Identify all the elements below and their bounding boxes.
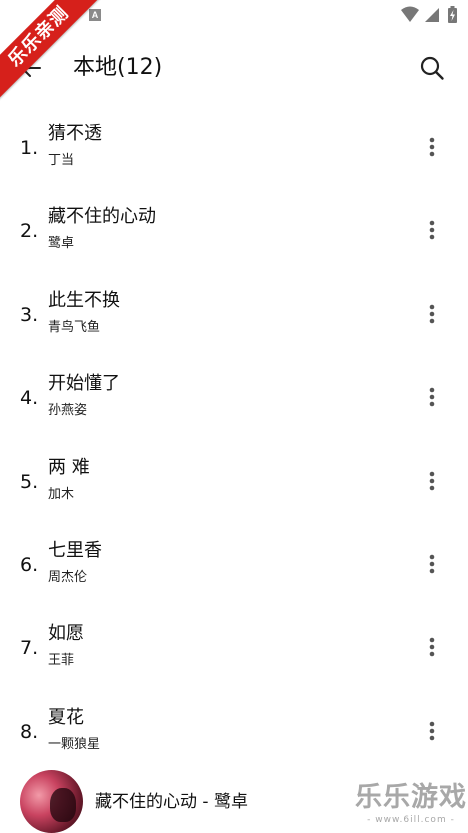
more-vertical-icon[interactable] bbox=[422, 219, 442, 241]
more-vertical-icon[interactable] bbox=[422, 553, 442, 575]
song-title: 七里香 bbox=[48, 539, 102, 561]
song-item[interactable]: 1. 猜不透 丁当 bbox=[0, 106, 468, 189]
song-list: 1. 猜不透 丁当 2. 藏不住的心动 鹭卓 3. 此生不换 青鸟飞鱼 4. 开… bbox=[0, 106, 468, 773]
song-artist: 鹭卓 bbox=[48, 236, 75, 252]
search-icon[interactable] bbox=[419, 55, 445, 81]
more-vertical-icon[interactable] bbox=[422, 636, 442, 658]
song-item[interactable]: 3. 此生不换 青鸟飞鱼 bbox=[0, 273, 468, 356]
song-title: 藏不住的心动 bbox=[48, 206, 156, 228]
more-vertical-icon[interactable] bbox=[422, 720, 442, 742]
song-index: 1. bbox=[20, 137, 39, 159]
battery-charging-icon bbox=[448, 6, 457, 23]
album-art[interactable] bbox=[20, 770, 83, 833]
song-title: 猜不透 bbox=[48, 123, 102, 144]
song-title: 夏花 bbox=[48, 706, 84, 728]
song-item[interactable]: 7. 如愿 王菲 bbox=[0, 606, 468, 689]
watermark-logo: 乐乐游戏 - www.6ill.com - bbox=[354, 782, 468, 833]
watermark-logo-url: - www.6ill.com - bbox=[367, 815, 455, 825]
now-playing-text: 藏不住的心动 - 鹭卓 bbox=[95, 792, 248, 812]
more-vertical-icon[interactable] bbox=[422, 303, 442, 325]
song-item[interactable]: 2. 藏不住的心动 鹭卓 bbox=[0, 189, 468, 272]
song-index: 3. bbox=[20, 303, 39, 326]
song-index: 4. bbox=[20, 387, 39, 410]
song-item[interactable]: 6. 七里香 周杰伦 bbox=[0, 523, 468, 606]
song-index: 2. bbox=[20, 220, 39, 243]
more-vertical-icon[interactable] bbox=[422, 136, 442, 158]
album-art-figure bbox=[50, 788, 76, 822]
song-artist: 加木 bbox=[48, 486, 75, 502]
status-icons bbox=[401, 6, 457, 23]
song-index: 5. bbox=[20, 470, 39, 493]
song-artist: 丁当 bbox=[48, 153, 75, 168]
song-artist: 孙燕姿 bbox=[48, 403, 88, 419]
song-item[interactable]: 5. 两 难 加木 bbox=[0, 440, 468, 523]
watermark-logo-text: 乐乐游戏 bbox=[355, 782, 467, 813]
song-title: 两 难 bbox=[48, 456, 90, 478]
more-vertical-icon[interactable] bbox=[422, 386, 442, 408]
song-item[interactable]: 8. 夏花 一颗狼星 bbox=[0, 690, 468, 773]
song-artist: 一颗狼星 bbox=[48, 736, 101, 752]
song-item[interactable]: 4. 开始懂了 孙燕姿 bbox=[0, 356, 468, 439]
song-title: 此生不换 bbox=[48, 289, 120, 311]
wifi-icon bbox=[401, 6, 419, 22]
song-title: 开始懂了 bbox=[48, 373, 120, 395]
watermark-ribbon-text: 乐乐亲测 bbox=[0, 0, 103, 101]
song-artist: 王菲 bbox=[48, 653, 75, 669]
song-title: 如愿 bbox=[48, 623, 84, 645]
watermark-ribbon: 乐乐亲测 bbox=[0, 0, 110, 110]
song-artist: 周杰伦 bbox=[48, 569, 88, 585]
more-vertical-icon[interactable] bbox=[422, 470, 442, 492]
song-index: 7. bbox=[20, 637, 39, 660]
song-artist: 青鸟飞鱼 bbox=[48, 319, 101, 335]
song-index: 8. bbox=[20, 720, 39, 743]
signal-icon bbox=[425, 8, 439, 22]
song-index: 6. bbox=[20, 553, 39, 576]
